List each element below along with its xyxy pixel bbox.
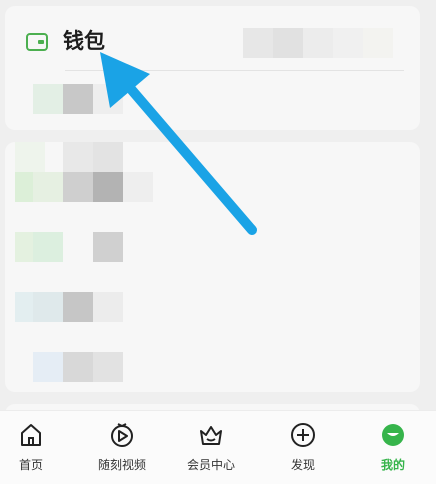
blurred-block — [33, 84, 63, 114]
tab-video[interactable]: 随刻视频 — [87, 417, 157, 479]
blurred-block — [33, 352, 63, 382]
blurred-list-card — [5, 142, 420, 392]
tab-label: 随刻视频 — [97, 458, 146, 472]
plus-circle-icon — [291, 423, 315, 447]
profile-avatar-icon — [382, 424, 404, 446]
blurred-block — [303, 28, 333, 58]
tab-vip[interactable]: 会员中心 — [176, 417, 246, 479]
blurred-block — [33, 232, 63, 262]
blurred-block — [63, 84, 93, 114]
wallet-label: 钱包 — [63, 29, 105, 53]
blurred-block — [93, 292, 123, 322]
tab-discover[interactable]: 发现 — [268, 417, 338, 479]
play-circle-icon — [111, 423, 133, 447]
blurred-block — [93, 352, 123, 382]
tab-label: 我的 — [380, 458, 405, 472]
blurred-block — [93, 84, 123, 114]
tab-home[interactable]: 首页 — [0, 417, 66, 479]
blurred-block — [33, 172, 63, 202]
blurred-block — [363, 28, 393, 58]
divider — [65, 70, 404, 71]
blurred-block — [333, 28, 363, 58]
blurred-block — [63, 352, 93, 382]
wallet-card: 钱包 — [5, 6, 420, 130]
blurred-block — [93, 232, 123, 262]
tab-mine[interactable]: 我的 — [358, 417, 428, 479]
wallet-icon — [26, 33, 48, 51]
tab-label: 会员中心 — [186, 458, 235, 472]
blurred-block — [243, 28, 273, 58]
blurred-block — [273, 28, 303, 58]
blurred-block — [63, 292, 93, 322]
tab-label: 发现 — [290, 458, 315, 472]
crown-icon — [200, 426, 222, 445]
blurred-block — [63, 172, 93, 202]
home-icon — [21, 424, 41, 446]
blurred-block — [33, 292, 63, 322]
tab-label: 首页 — [18, 458, 43, 472]
bottom-tab-bar: 首页 随刻视频 会员中心 发现 我的 — [0, 410, 436, 484]
wallet-entry[interactable]: 钱包 — [5, 20, 420, 66]
blurred-block — [63, 142, 93, 172]
blurred-block — [15, 142, 45, 172]
blurred-block — [93, 172, 123, 202]
blurred-block — [123, 172, 153, 202]
blurred-block — [93, 142, 123, 172]
